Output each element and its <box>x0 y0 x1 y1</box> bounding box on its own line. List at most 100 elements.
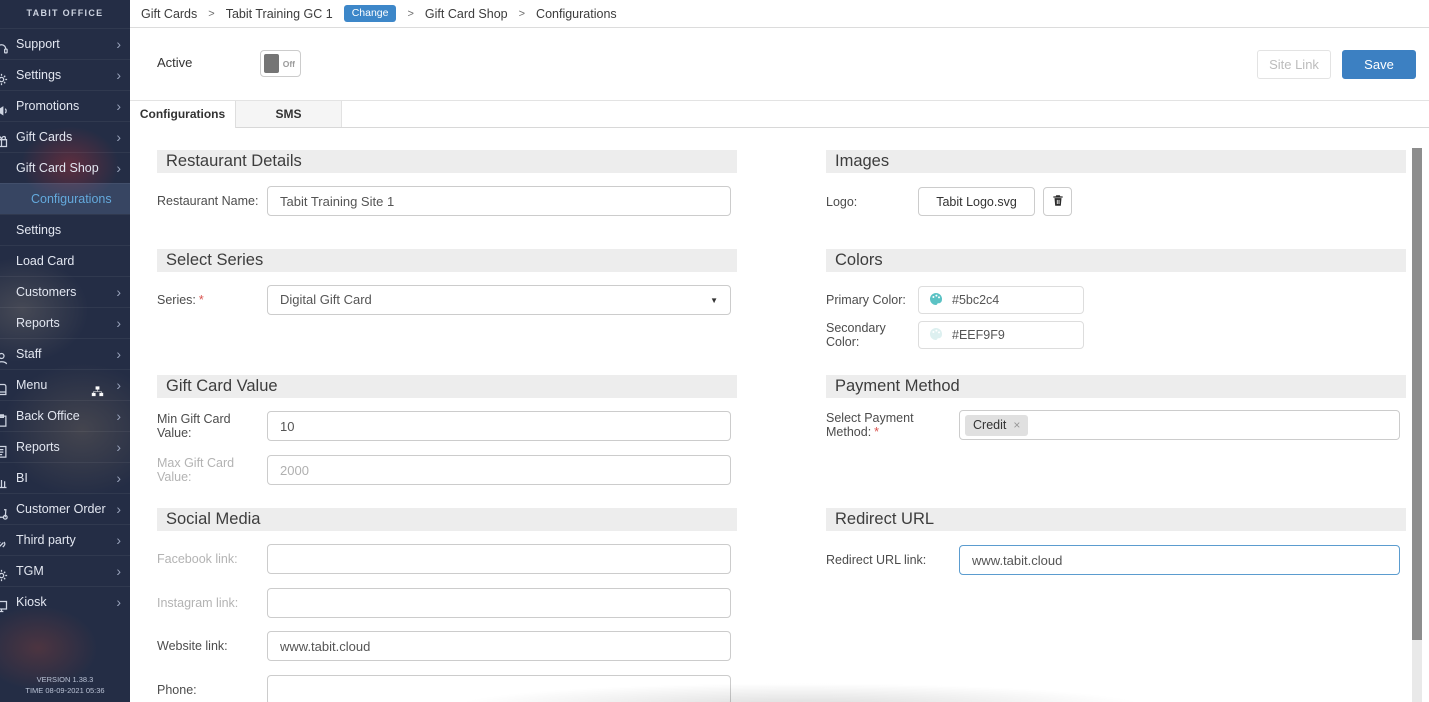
sidebar: TABIT OFFICE Support › Settings › Promot… <box>0 0 130 702</box>
remove-chip-icon[interactable]: × <box>1013 418 1020 432</box>
sidebar-item-kiosk[interactable]: Kiosk › <box>0 586 130 617</box>
sidebar-item-tgm[interactable]: TGM › <box>0 555 130 586</box>
delete-logo-button[interactable] <box>1043 187 1072 216</box>
chevron-right-icon: › <box>116 339 121 369</box>
restaurant-name-input[interactable] <box>267 186 731 216</box>
logo-file-button[interactable]: Tabit Logo.svg <box>918 187 1035 216</box>
tab-configurations[interactable]: Configurations <box>130 101 236 128</box>
secondary-color-row: Secondary Color: #EEF9F9 <box>826 321 1406 349</box>
headset-icon <box>0 37 9 52</box>
vertical-scrollbar-track[interactable] <box>1412 148 1422 702</box>
toggle-knob <box>264 54 279 73</box>
sidebar-item-customer-order[interactable]: Customer Order › <box>0 493 130 524</box>
payment-chip: Credit × <box>965 415 1028 436</box>
sidebar-item-label: Kiosk <box>16 595 47 609</box>
required-asterisk: * <box>874 425 879 439</box>
sidebar-item-label: TGM <box>16 564 44 578</box>
sidebar-item-staff[interactable]: Staff › <box>0 338 130 369</box>
secondary-color-input[interactable]: #EEF9F9 <box>918 321 1084 349</box>
tab-sms[interactable]: SMS <box>236 101 342 127</box>
palette-icon <box>929 327 943 344</box>
logo-label: Logo: <box>826 195 918 209</box>
min-value-input[interactable] <box>267 411 731 441</box>
phone-label: Phone: <box>157 683 267 697</box>
facebook-input[interactable] <box>267 544 731 574</box>
chart-icon <box>0 471 9 486</box>
sidebar-item-label: Gift Cards <box>16 130 72 144</box>
link-icon <box>0 533 9 548</box>
sidebar-item-gift-cards[interactable]: Gift Cards › <box>0 121 130 152</box>
site-link-button[interactable]: Site Link <box>1257 50 1331 79</box>
section-redirect-url: Redirect URL <box>826 508 1406 531</box>
sidebar-item-settings-sub[interactable]: Settings <box>0 214 130 245</box>
restaurant-name-row: Restaurant Name: <box>157 186 737 216</box>
sidebar-item-promotions[interactable]: Promotions › <box>0 90 130 121</box>
min-value-label: Min Gift Card Value: <box>157 412 267 440</box>
chevron-right-icon: › <box>116 277 121 307</box>
vertical-scrollbar-thumb[interactable] <box>1412 148 1422 640</box>
right-column: Images Logo: Tabit Logo.svg Colors Prima… <box>826 128 1406 702</box>
sidebar-item-label: Settings <box>16 68 61 82</box>
trash-icon <box>1051 193 1065 211</box>
sidebar-item-label: Back Office <box>16 409 80 423</box>
chevron-right-icon: › <box>116 29 121 59</box>
chevron-right-icon: › <box>116 432 121 462</box>
chevron-right-icon: › <box>116 60 121 90</box>
website-input[interactable] <box>267 631 731 661</box>
chevron-separator-icon: > <box>407 8 413 20</box>
breadcrumb-configurations[interactable]: Configurations <box>536 7 617 21</box>
active-toggle[interactable]: Off <box>260 50 301 77</box>
phone-input[interactable] <box>267 675 731 702</box>
phone-row: Phone: <box>157 675 737 702</box>
sidebar-item-menu[interactable]: Menu › <box>0 369 130 400</box>
section-restaurant-details: Restaurant Details <box>157 150 737 173</box>
sidebar-footer: VERSION 1.38.3 TIME 08-09-2021 05:36 <box>0 675 130 697</box>
series-select[interactable]: Digital Gift Card ▼ <box>267 285 731 315</box>
section-images: Images <box>826 150 1406 173</box>
payment-method-input[interactable]: Credit × <box>959 410 1400 440</box>
breadcrumb-gift-card-shop[interactable]: Gift Card Shop <box>425 7 508 21</box>
sidebar-item-label: Reports <box>16 440 60 454</box>
sidebar-item-gift-card-shop[interactable]: Gift Card Shop › <box>0 152 130 183</box>
change-badge[interactable]: Change <box>344 5 397 22</box>
instagram-label: Instagram link: <box>157 596 267 610</box>
version-text: VERSION 1.38.3 <box>0 675 130 686</box>
redirect-url-input[interactable] <box>959 545 1400 575</box>
sidebar-item-back-office[interactable]: Back Office › <box>0 400 130 431</box>
sidebar-item-third-party[interactable]: Third party › <box>0 524 130 555</box>
website-label: Website link: <box>157 639 267 653</box>
chevron-right-icon: › <box>116 401 121 431</box>
gear-icon <box>0 564 9 579</box>
book-icon <box>0 378 9 393</box>
sidebar-item-customers[interactable]: Customers › <box>0 276 130 307</box>
section-payment-method: Payment Method <box>826 375 1406 398</box>
sidebar-item-label: Support <box>16 37 60 51</box>
secondary-color-label: Secondary Color: <box>826 321 918 349</box>
max-value-input[interactable] <box>267 455 731 485</box>
series-selected-value: Digital Gift Card <box>280 292 372 307</box>
required-asterisk: * <box>199 293 204 307</box>
series-row: Series:* Digital Gift Card ▼ <box>157 285 737 315</box>
sidebar-item-label: Reports <box>16 316 60 330</box>
instagram-input[interactable] <box>267 588 731 618</box>
sidebar-item-support[interactable]: Support › <box>0 28 130 59</box>
gear-icon <box>0 68 9 83</box>
breadcrumb-gift-cards[interactable]: Gift Cards <box>141 7 197 21</box>
secondary-color-value: #EEF9F9 <box>952 328 1005 342</box>
sidebar-item-label: Customer Order <box>16 502 106 516</box>
section-colors: Colors <box>826 249 1406 272</box>
sidebar-item-settings[interactable]: Settings › <box>0 59 130 90</box>
primary-color-input[interactable]: #5bc2c4 <box>918 286 1084 314</box>
primary-color-value: #5bc2c4 <box>952 293 999 307</box>
sidebar-item-bi[interactable]: BI › <box>0 462 130 493</box>
chevron-right-icon: › <box>116 556 121 586</box>
chevron-right-icon: › <box>116 494 121 524</box>
breadcrumb-site[interactable]: Tabit Training GC 1 <box>226 7 333 21</box>
save-button[interactable]: Save <box>1342 50 1416 79</box>
sidebar-item-load-card[interactable]: Load Card <box>0 245 130 276</box>
person-icon <box>0 347 9 362</box>
sidebar-item-configurations[interactable]: Configurations <box>0 183 130 214</box>
sidebar-item-reports[interactable]: Reports › <box>0 307 130 338</box>
sidebar-item-reports-2[interactable]: Reports › <box>0 431 130 462</box>
toggle-state-label: Off <box>283 59 295 69</box>
